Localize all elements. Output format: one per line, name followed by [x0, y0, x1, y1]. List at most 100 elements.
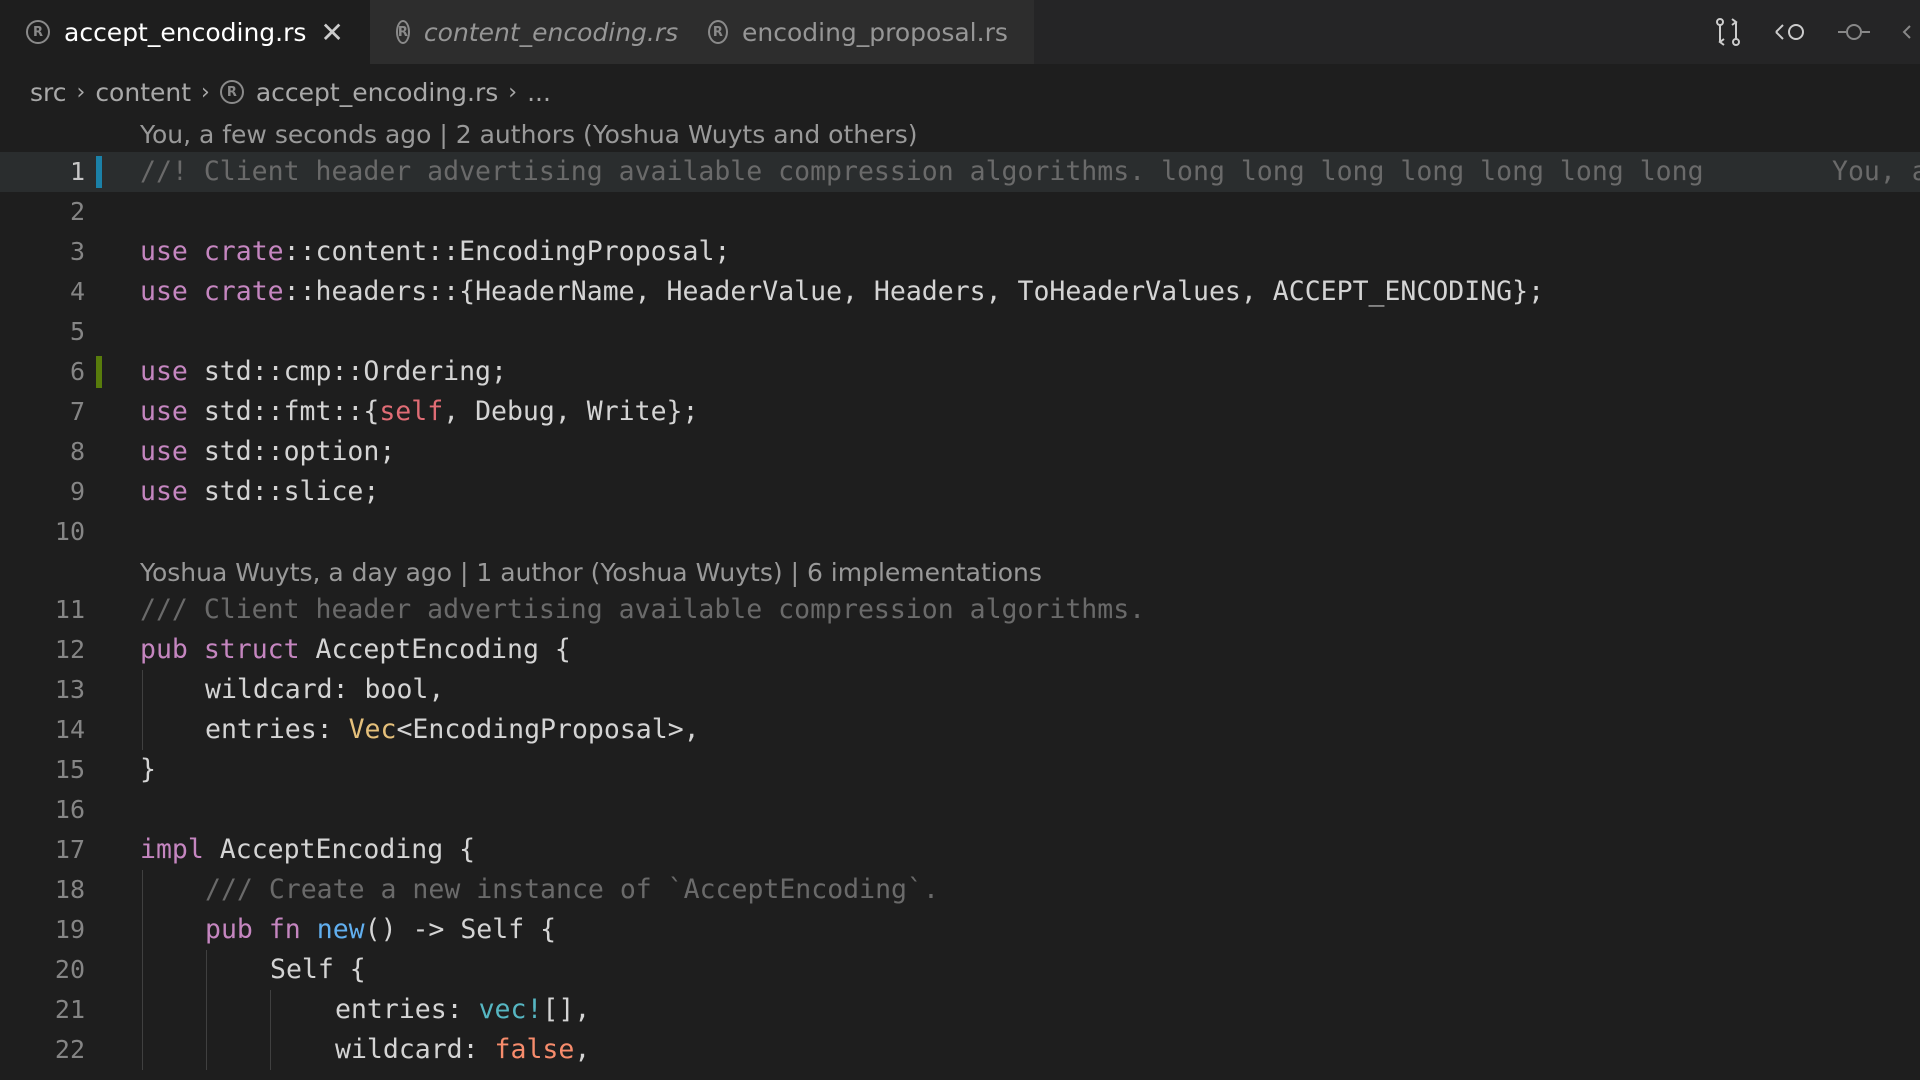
line-number: 2 — [69, 197, 85, 226]
token-path: ::headers::{HeaderName, HeaderValue, Hea… — [283, 276, 1545, 307]
code-editor[interactable]: You, a few seconds ago | 2 authors (Yosh… — [0, 114, 1920, 1080]
rust-file-icon: R — [707, 20, 728, 44]
breadcrumb: src › content › R accept_encoding.rs › .… — [30, 72, 551, 112]
code-line[interactable]: 17 impl AcceptEncoding { — [0, 830, 1920, 870]
rust-file-icon: R — [219, 80, 244, 104]
code-line[interactable]: 12 pub struct AcceptEncoding { — [0, 630, 1920, 670]
line-number: 13 — [54, 675, 85, 704]
token-generic: <EncodingProposal>, — [396, 714, 700, 745]
token-path: std::slice; — [187, 476, 380, 507]
line-content: entries: Vec<EncodingProposal>, — [205, 710, 700, 750]
indent-guide — [142, 670, 143, 710]
code-line[interactable]: 16 — [0, 790, 1920, 830]
close-icon[interactable]: ✕ — [320, 16, 343, 49]
tab-content-encoding[interactable]: R content_encoding.rs — [369, 0, 682, 64]
indent-guide — [206, 1030, 207, 1070]
code-line[interactable]: 6 use std::cmp::Ordering; — [0, 352, 1920, 392]
indent-guide — [142, 910, 143, 950]
code-line[interactable]: 11 /// Client header advertising availab… — [0, 590, 1920, 630]
line-content: use std::slice; — [140, 472, 379, 512]
token-type: Vec — [348, 714, 397, 745]
line-content: wildcard: bool, — [205, 670, 444, 710]
token-keyword: use — [140, 476, 188, 507]
indent-guide — [142, 950, 143, 990]
line-number: 11 — [54, 595, 85, 624]
code-line[interactable]: 4 use crate::headers::{HeaderName, Heade… — [0, 272, 1920, 312]
breadcrumb-item-content[interactable]: content — [95, 78, 191, 107]
code-line[interactable]: 15 } — [0, 750, 1920, 790]
indent-guide — [142, 710, 143, 750]
compare-changes-icon[interactable] — [1712, 16, 1744, 48]
token-keyword: crate — [203, 276, 284, 307]
code-line[interactable]: 21 entries: vec![], — [0, 990, 1920, 1030]
line-content: wildcard: false, — [335, 1030, 590, 1070]
code-line[interactable]: 7 use std::fmt::{self, Debug, Write}; — [0, 392, 1920, 432]
code-line[interactable]: 10 — [0, 512, 1920, 552]
line-content: //! Client header advertising available … — [140, 156, 1704, 187]
indent-guide — [206, 950, 207, 990]
token-keyword: use — [140, 236, 188, 267]
code-line[interactable]: 22 wildcard: false, — [0, 1030, 1920, 1070]
token-punct: , — [574, 1034, 591, 1065]
inline-blame[interactable]: You, a — [1832, 152, 1920, 192]
token-keyword: use — [140, 436, 188, 467]
token-field: entries: — [205, 714, 349, 745]
codelens-authors[interactable]: You, a few seconds ago | 2 authors (Yosh… — [140, 120, 918, 149]
breadcrumb-item-file[interactable]: accept_encoding.rs — [256, 78, 498, 107]
token-field: wildcard: — [335, 1034, 495, 1065]
line-content: use crate::headers::{HeaderName, HeaderV… — [140, 272, 1544, 312]
editor-tab-bar: R accept_encoding.rs ✕ R content_encodin… — [0, 0, 1920, 64]
token-path: std::fmt::{ — [187, 396, 380, 427]
line-content: Self { — [270, 954, 366, 985]
line-number: 20 — [54, 955, 85, 984]
token-path: ::content::EncodingProposal; — [283, 236, 731, 267]
chevron-right-icon: › — [508, 79, 518, 105]
tab-encoding-proposal[interactable]: R encoding_proposal.rs — [681, 0, 1034, 64]
token-punct: [], — [542, 994, 591, 1025]
code-line[interactable]: 3 use crate::content::EncodingProposal; — [0, 232, 1920, 272]
breadcrumb-item-src[interactable]: src — [30, 78, 67, 107]
code-line[interactable]: 14 entries: Vec<EncodingProposal>, — [0, 710, 1920, 750]
code-line[interactable]: 9 use std::slice; — [0, 472, 1920, 512]
code-line[interactable]: 19 pub fn new() -> Self { — [0, 910, 1920, 950]
line-content: use crate::content::EncodingProposal; — [140, 232, 730, 272]
indent-guide — [142, 1030, 143, 1070]
indent-guide — [142, 990, 143, 1030]
token-ident: AcceptEncoding { — [299, 634, 571, 665]
line-content: entries: vec![], — [335, 990, 590, 1030]
breadcrumb-item-symbols[interactable]: ... — [527, 78, 551, 107]
indent-guide — [142, 870, 143, 910]
token-boolean: false — [494, 1034, 575, 1065]
code-line[interactable]: 5 — [0, 312, 1920, 352]
go-back-icon[interactable] — [1772, 16, 1808, 48]
line-content: use std::cmp::Ordering; — [140, 352, 507, 392]
token-field: wildcard: bool, — [205, 674, 445, 705]
code-line[interactable]: 20 Self { — [0, 950, 1920, 990]
token-field: entries: — [335, 994, 479, 1025]
chevron-right-icon: › — [76, 79, 86, 105]
rust-file-icon: R — [26, 20, 50, 44]
line-number: 17 — [54, 835, 85, 864]
chevron-right-icon: › — [201, 79, 210, 105]
tab-accept-encoding[interactable]: R accept_encoding.rs ✕ — [0, 0, 370, 64]
token-function: new — [316, 914, 365, 945]
line-number: 22 — [54, 1035, 85, 1064]
line-content: impl AcceptEncoding { — [140, 830, 475, 870]
code-line[interactable]: 1 //! Client header advertising availabl… — [0, 152, 1920, 192]
codelens-struct[interactable]: Yoshua Wuyts, a day ago | 1 author (Yosh… — [140, 558, 1042, 587]
git-added-marker[interactable] — [96, 356, 102, 388]
code-line[interactable]: 13 wildcard: bool, — [0, 670, 1920, 710]
code-line[interactable]: 8 use std::option; — [0, 432, 1920, 472]
line-content: pub struct AcceptEncoding { — [140, 630, 571, 670]
code-line[interactable]: 18 /// Create a new instance of `AcceptE… — [0, 870, 1920, 910]
token-keyword: use — [140, 356, 188, 387]
indent-guide — [270, 990, 271, 1030]
token-path: std::option; — [187, 436, 396, 467]
git-modified-marker[interactable] — [96, 156, 102, 188]
commit-icon[interactable] — [1836, 16, 1872, 48]
more-actions-icon[interactable] — [1900, 16, 1912, 48]
line-number: 19 — [54, 915, 85, 944]
line-content: use std::option; — [140, 432, 395, 472]
token-keyword: crate — [203, 236, 284, 267]
code-line[interactable]: 2 — [0, 192, 1920, 232]
